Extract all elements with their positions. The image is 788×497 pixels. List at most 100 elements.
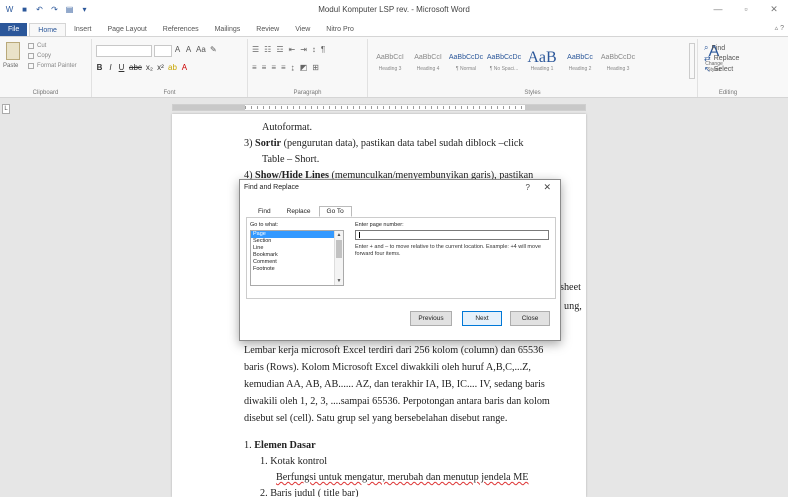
clear-formatting-icon[interactable]: ✎ — [210, 45, 217, 54]
superscript-button[interactable]: x² — [157, 63, 164, 72]
doc-line: kemudian AA, AB, AB...... AZ, dan terakh… — [244, 377, 545, 392]
multilevel-list-icon[interactable]: ☲ — [276, 45, 283, 54]
style-tile[interactable]: AaBbCcDc ¶ Normal — [448, 43, 484, 79]
doc-text: Lembar kerja microsoft Excel terdiri dar… — [244, 345, 544, 356]
find-button[interactable]: ⌕ Find — [704, 43, 725, 53]
sort-icon[interactable]: ↕ — [312, 45, 316, 54]
tab-mailings[interactable]: Mailings — [207, 23, 249, 37]
tab-nitro-pro[interactable]: Nitro Pro — [318, 23, 362, 37]
list-item-footnote[interactable]: Footnote — [251, 266, 335, 273]
style-name: ¶ No Spaci... — [489, 66, 519, 72]
paragraph-tools-row1: ☰ ☷ ☲ ⇤ ⇥ ↕ ¶ — [252, 45, 325, 54]
tab-page-layout[interactable]: Page Layout — [99, 23, 154, 37]
listbox-scrollbar[interactable]: ▲ ▼ — [334, 231, 343, 285]
align-center-icon[interactable]: ≡ — [262, 63, 267, 72]
maximize-button[interactable]: ▫ — [732, 0, 760, 18]
style-name: ¶ Normal — [455, 66, 477, 72]
text-highlight-button[interactable]: ab — [168, 63, 177, 72]
style-tile[interactable]: AaBbCcI Heading 4 — [410, 43, 446, 79]
style-tile[interactable]: AaB Heading 1 — [524, 43, 560, 79]
replace-button[interactable]: ⇄ Replace — [704, 54, 739, 63]
replace-label: Replace — [713, 55, 740, 62]
list-item-section[interactable]: Section — [251, 238, 335, 245]
align-right-icon[interactable]: ≡ — [271, 63, 276, 72]
paste-button[interactable]: Paste — [3, 63, 18, 69]
font-size-combobox[interactable] — [154, 45, 172, 57]
justify-icon[interactable]: ≡ — [281, 63, 286, 72]
previous-button[interactable]: Previous — [410, 311, 452, 326]
page-number-input[interactable] — [355, 230, 549, 240]
numbering-icon[interactable]: ☷ — [264, 45, 271, 54]
dialog-close-button[interactable]: ✕ — [543, 182, 551, 193]
doc-line: diwakili oleh 1, 2, 3, ....sampai 65536.… — [244, 394, 550, 409]
format-painter-label: Format Painter — [37, 63, 77, 69]
style-tile[interactable]: AaBbCcI Heading 3 — [372, 43, 408, 79]
tab-file[interactable]: File — [0, 23, 28, 37]
window-title: Modul Komputer LSP rev. - Microsoft Word — [318, 5, 470, 14]
horizontal-ruler[interactable] — [172, 104, 586, 111]
scroll-up-icon[interactable]: ▲ — [335, 231, 343, 239]
list-item-page[interactable]: Page — [251, 231, 335, 238]
font-name-combobox[interactable] — [96, 45, 152, 57]
tab-insert[interactable]: Insert — [66, 23, 100, 37]
copy-label: Copy — [37, 53, 52, 59]
close-button[interactable]: Close — [510, 311, 550, 326]
scroll-thumb[interactable] — [336, 240, 342, 258]
list-item-comment[interactable]: Comment — [251, 259, 335, 266]
paragraph-group: ☰ ☷ ☲ ⇤ ⇥ ↕ ¶ ≡ ≡ ≡ ≡ ↨ ◩ ⊞ Paragraph — [248, 39, 368, 97]
copy-button[interactable]: Copy — [28, 53, 51, 59]
doc-text: baris (Rows). Kolom Microsoft Excel diwa… — [244, 362, 531, 373]
doc-text: disebut sel (cell). Satu grup sel yang b… — [244, 413, 508, 424]
tab-home[interactable]: Home — [29, 23, 66, 37]
line-spacing-icon[interactable]: ↨ — [291, 63, 295, 72]
close-window-button[interactable]: ✕ — [760, 0, 788, 18]
ribbon-collapse-icon[interactable]: ▵ ? — [775, 24, 784, 32]
select-button[interactable]: ↖ Select — [704, 65, 733, 74]
italic-button[interactable]: I — [107, 63, 114, 72]
styles-group: AaBbCcI Heading 3 AaBbCcI Heading 4 AaBbCc… — [368, 39, 723, 97]
next-button[interactable]: Next — [462, 311, 502, 326]
show-marks-icon[interactable]: ¶ — [321, 45, 325, 54]
paste-icon[interactable] — [6, 42, 20, 60]
decrease-indent-icon[interactable]: ⇤ — [289, 45, 296, 54]
cut-button[interactable]: Cut — [28, 43, 46, 49]
style-name: Heading 1 — [530, 66, 554, 72]
doc-text-spellcheck: Berfungsi untuk mengatur, merubah dan me… — [276, 472, 529, 483]
subscript-button[interactable]: x₂ — [146, 63, 153, 72]
underline-button[interactable]: U — [118, 63, 125, 72]
strikethrough-button[interactable]: abc — [129, 63, 142, 72]
clipboard-group: Paste Cut Copy Format Painter Clipboard — [0, 39, 92, 97]
bold-button[interactable]: B — [96, 63, 103, 72]
format-painter-button[interactable]: Format Painter — [28, 63, 77, 69]
style-tile[interactable]: AaBbCc Heading 2 — [562, 43, 598, 79]
style-sample: AaBbCcDc — [448, 54, 484, 61]
tab-view[interactable]: View — [287, 23, 318, 37]
style-gallery-scroll[interactable] — [689, 43, 695, 79]
list-item-bookmark[interactable]: Bookmark — [251, 252, 335, 259]
increase-indent-icon[interactable]: ⇥ — [300, 45, 307, 54]
scroll-down-icon[interactable]: ▼ — [335, 277, 343, 285]
change-case-button[interactable]: Aa — [196, 45, 206, 54]
style-tile[interactable]: AaBbCcDc Heading 3 — [600, 43, 636, 79]
align-left-icon[interactable]: ≡ — [252, 63, 257, 72]
borders-icon[interactable]: ⊞ — [312, 63, 319, 72]
tab-replace[interactable]: Replace — [279, 206, 319, 217]
doc-text-bold: Sortir — [255, 138, 282, 149]
grow-font-button[interactable]: A — [174, 45, 181, 54]
paragraph-tools-row2: ≡ ≡ ≡ ≡ ↨ ◩ ⊞ — [252, 63, 319, 72]
tab-go-to[interactable]: Go To — [318, 206, 352, 217]
tab-references[interactable]: References — [155, 23, 207, 37]
minimize-button[interactable]: — — [704, 0, 732, 18]
shrink-font-button[interactable]: A — [185, 45, 192, 54]
list-item-line[interactable]: Line — [251, 245, 335, 252]
bullets-icon[interactable]: ☰ — [252, 45, 259, 54]
style-tile[interactable]: AaBbCcDc ¶ No Spaci... — [486, 43, 522, 79]
ruler-tab-selector[interactable]: L — [2, 104, 10, 114]
replace-icon: ⇄ — [704, 54, 711, 63]
font-color-button[interactable]: A — [181, 63, 188, 72]
shading-icon[interactable]: ◩ — [300, 63, 308, 72]
tab-review[interactable]: Review — [248, 23, 287, 37]
help-button[interactable]: ? — [526, 183, 530, 192]
tab-find[interactable]: Find — [250, 206, 279, 217]
go-to-what-listbox[interactable]: Page Section Line Bookmark Comment Footn… — [250, 230, 344, 286]
